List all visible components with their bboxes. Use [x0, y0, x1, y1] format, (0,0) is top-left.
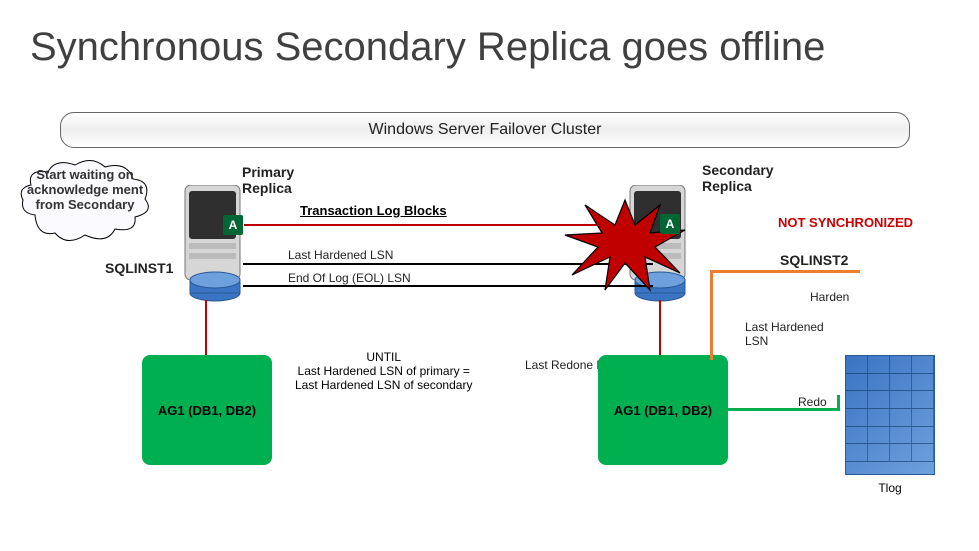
- secondary-replica-label: Secondary Replica: [702, 162, 774, 194]
- sqlinst1-label: SQLINST1: [105, 260, 173, 276]
- primary-a-badge: A: [223, 215, 243, 235]
- tlog-caption: Tlog: [845, 481, 935, 495]
- ag-primary-label: AG1 (DB1, DB2): [158, 403, 256, 418]
- v-connector-primary: [205, 300, 207, 355]
- sqlinst2-label: SQLINST2: [780, 252, 848, 268]
- cluster-label: Windows Server Failover Cluster: [60, 112, 910, 148]
- green-connector: [728, 395, 840, 411]
- tlog-block-icon: [845, 355, 935, 475]
- server-primary-icon: [175, 185, 265, 305]
- slide-title: Synchronous Secondary Replica goes offli…: [30, 25, 825, 70]
- explosion-icon: [560, 195, 690, 295]
- ag-primary: AG1 (DB1, DB2): [142, 355, 272, 465]
- secondary-a-badge: A: [660, 214, 680, 234]
- primary-replica-label: Primary Replica: [242, 164, 294, 196]
- v-connector-secondary: [659, 300, 661, 355]
- thought-bubble: Start waiting on acknowledge ment from S…: [15, 155, 155, 247]
- ag-secondary-label: AG1 (DB1, DB2): [614, 403, 712, 418]
- sync-status: NOT SYNCHRONIZED: [778, 215, 913, 230]
- ag-secondary: AG1 (DB1, DB2): [598, 355, 728, 465]
- thought-text: Start waiting on acknowledge ment from S…: [27, 167, 143, 212]
- until-condition: UNTIL Last Hardened LSN of primary = Las…: [295, 350, 472, 392]
- transaction-log-label: Transaction Log Blocks: [300, 203, 447, 218]
- last-hardened-lsn-label: Last Hardened LSN: [288, 248, 393, 262]
- orange-connector: [710, 270, 860, 360]
- tlog-column: Tlog: [845, 355, 935, 495]
- eol-lsn-label: End Of Log (EOL) LSN: [288, 271, 411, 285]
